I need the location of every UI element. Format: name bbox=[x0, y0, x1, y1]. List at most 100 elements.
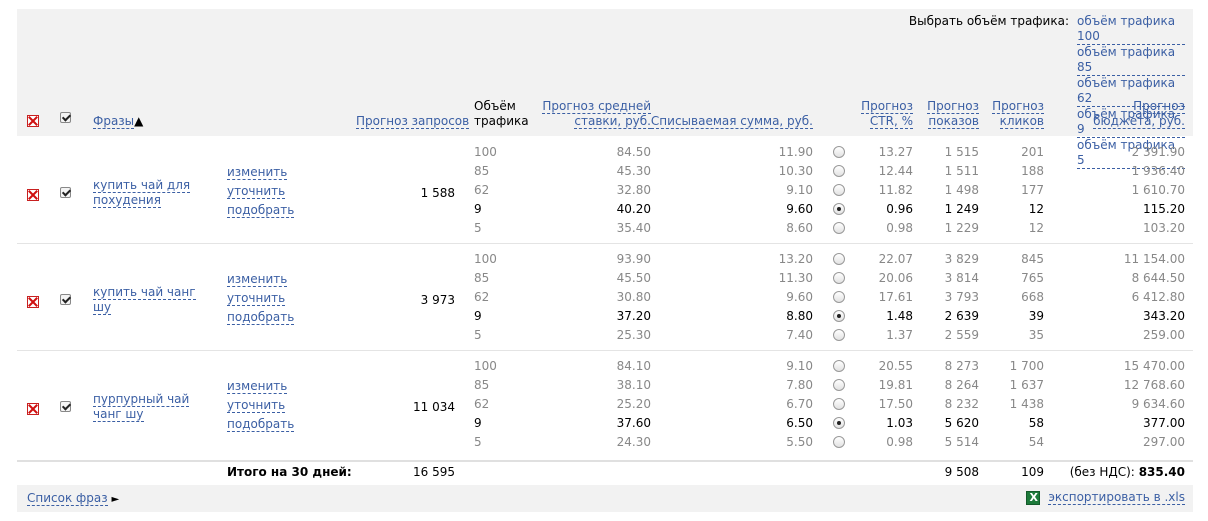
export-xls[interactable]: экспортировать в .xls bbox=[1026, 490, 1185, 505]
phrase-checkbox[interactable] bbox=[60, 401, 71, 412]
phrase-name[interactable]: пурпурный чай чанг шу bbox=[93, 392, 190, 422]
traffic-radio[interactable] bbox=[833, 360, 845, 372]
traffic-radio[interactable] bbox=[833, 329, 845, 341]
edit-phrase-link[interactable]: изменить bbox=[227, 272, 288, 287]
export-xls-link[interactable]: экспортировать в .xls bbox=[1048, 490, 1185, 505]
charge-value: 10.30 bbox=[778, 164, 813, 178]
shows-value: 3 829 bbox=[944, 252, 979, 266]
charge-value: 9.60 bbox=[786, 290, 813, 304]
traffic-radio[interactable] bbox=[833, 310, 845, 322]
budget-value: 8 644.50 bbox=[1131, 271, 1185, 285]
charge-value: 11.90 bbox=[778, 145, 813, 159]
ctr-value: 0.98 bbox=[886, 435, 913, 449]
traffic-radio[interactable] bbox=[833, 291, 845, 303]
refine-phrase-link[interactable]: уточнить bbox=[227, 184, 286, 199]
traffic-option-100[interactable]: объём трафика 100 bbox=[1077, 14, 1185, 45]
delete-phrase-icon[interactable] bbox=[27, 403, 39, 415]
clicks-value: 765 bbox=[1021, 271, 1044, 285]
shows-value: 5 514 bbox=[944, 435, 979, 449]
phrase-name-line1[interactable]: пурпурный чай bbox=[93, 392, 190, 407]
phrase-list-link[interactable]: Список фраз bbox=[27, 491, 108, 506]
edit-phrase-link[interactable]: изменить bbox=[227, 379, 288, 394]
clicks-value: 35 bbox=[1028, 328, 1044, 342]
traffic-radio[interactable] bbox=[833, 379, 845, 391]
phrase-checkbox[interactable] bbox=[60, 294, 71, 305]
bid-value: 38.10 bbox=[616, 378, 651, 392]
delete-phrase-icon[interactable] bbox=[27, 189, 39, 201]
clicks-value: 12 bbox=[1028, 221, 1044, 235]
phrase-name-line1[interactable]: купить чай для bbox=[93, 178, 191, 193]
traffic-radio[interactable] bbox=[833, 222, 845, 234]
edit-phrase-link[interactable]: изменить bbox=[227, 165, 288, 180]
shows-value: 1 498 bbox=[944, 183, 979, 197]
phrase-name-line2[interactable]: чанг шу bbox=[93, 407, 144, 422]
traffic-radio[interactable] bbox=[833, 398, 845, 410]
totals-budget-value: 835.40 bbox=[1138, 465, 1185, 479]
clicks-header-line2[interactable]: кликов bbox=[999, 114, 1044, 129]
budget-header-line2[interactable]: бюджета, руб. bbox=[1093, 114, 1185, 129]
phrase-name[interactable]: купить чай чанг шу bbox=[93, 285, 196, 315]
phrases-sort-link[interactable]: Фразы bbox=[93, 114, 135, 129]
refine-phrase-link[interactable]: уточнить bbox=[227, 291, 286, 306]
clicks-header-line1[interactable]: Прогноз bbox=[992, 99, 1044, 114]
select-all-checkbox[interactable] bbox=[60, 112, 71, 123]
traffic-radio[interactable] bbox=[833, 203, 845, 215]
clicks-value: 1 637 bbox=[1009, 378, 1044, 392]
delete-phrase-icon[interactable] bbox=[27, 296, 39, 308]
phrase-name-line2[interactable]: шу bbox=[93, 300, 112, 315]
phrase-requests: 1 588 bbox=[420, 186, 455, 200]
shows-value: 1 515 bbox=[944, 145, 979, 159]
phrase-name-line1[interactable]: купить чай чанг bbox=[93, 285, 196, 300]
clicks-value: 1 700 bbox=[1009, 359, 1044, 373]
traffic-option-85[interactable]: объём трафика 85 bbox=[1077, 45, 1185, 76]
traffic-radio[interactable] bbox=[833, 253, 845, 265]
pick-phrase-link[interactable]: подобрать bbox=[227, 417, 295, 432]
clicks-value: 1 438 bbox=[1009, 397, 1044, 411]
totals-row: Итого на 30 дней: 16 595 9 508 109 (без … bbox=[17, 460, 1193, 484]
shows-value: 1 249 bbox=[944, 202, 979, 216]
bid-header-line2[interactable]: ставки, руб. bbox=[574, 114, 651, 129]
bid-column-header[interactable]: Прогноз средней ставки, руб. bbox=[542, 99, 651, 129]
bid-value: 84.50 bbox=[616, 145, 651, 159]
shows-header-line2[interactable]: показов bbox=[928, 114, 979, 129]
volume-value: 5 bbox=[474, 221, 482, 235]
delete-all-icon[interactable] bbox=[27, 115, 39, 127]
shows-value: 8 273 bbox=[944, 359, 979, 373]
phrase-actions: изменить уточнить подобрать bbox=[227, 163, 295, 220]
bid-value: 25.30 bbox=[616, 328, 651, 342]
bid-header-line1[interactable]: Прогноз средней bbox=[542, 99, 651, 114]
clicks-column-header[interactable]: Прогноз кликов bbox=[992, 99, 1044, 129]
traffic-radio[interactable] bbox=[833, 436, 845, 448]
phrase-list-toggle[interactable]: Список фраз ► bbox=[27, 491, 119, 506]
traffic-radio[interactable] bbox=[833, 165, 845, 177]
traffic-volume-label: Выбрать объём трафика: bbox=[908, 14, 1069, 28]
phrase-name[interactable]: купить чай для похудения bbox=[93, 178, 191, 208]
ctr-header-line1[interactable]: Прогноз bbox=[861, 99, 913, 114]
ctr-column-header[interactable]: Прогноз CTR, % bbox=[861, 99, 913, 129]
pick-phrase-link[interactable]: подобрать bbox=[227, 310, 295, 325]
traffic-radio[interactable] bbox=[833, 184, 845, 196]
budget-column-header[interactable]: Прогноз бюджета, руб. bbox=[1093, 99, 1185, 129]
ctr-header-line2[interactable]: CTR, % bbox=[869, 114, 913, 129]
ctr-value: 1.48 bbox=[886, 309, 913, 323]
shows-column-header[interactable]: Прогноз показов bbox=[927, 99, 979, 129]
shows-header-line1[interactable]: Прогноз bbox=[927, 99, 979, 114]
phrases-column-header[interactable]: Фразы▲ bbox=[93, 114, 143, 129]
phrase-name-line2[interactable]: похудения bbox=[93, 193, 161, 208]
ctr-value: 19.81 bbox=[878, 378, 913, 392]
charged-column-header[interactable]: Списываемая сумма, руб. bbox=[650, 114, 813, 129]
budget-value: 115.20 bbox=[1143, 202, 1185, 216]
phrase-checkbox[interactable] bbox=[60, 187, 71, 198]
requests-column-header[interactable]: Прогноз запросов bbox=[356, 114, 470, 129]
volume-value: 62 bbox=[474, 290, 490, 304]
traffic-radio[interactable] bbox=[833, 417, 845, 429]
refine-phrase-link[interactable]: уточнить bbox=[227, 398, 286, 413]
budget-header-line1[interactable]: Прогноз bbox=[1133, 99, 1185, 114]
charge-value: 7.40 bbox=[786, 328, 813, 342]
charge-value: 7.80 bbox=[786, 378, 813, 392]
traffic-radio[interactable] bbox=[833, 146, 845, 158]
bid-value: 40.20 bbox=[616, 202, 651, 216]
traffic-radio[interactable] bbox=[833, 272, 845, 284]
pick-phrase-link[interactable]: подобрать bbox=[227, 203, 295, 218]
clicks-value: 39 bbox=[1028, 309, 1044, 323]
